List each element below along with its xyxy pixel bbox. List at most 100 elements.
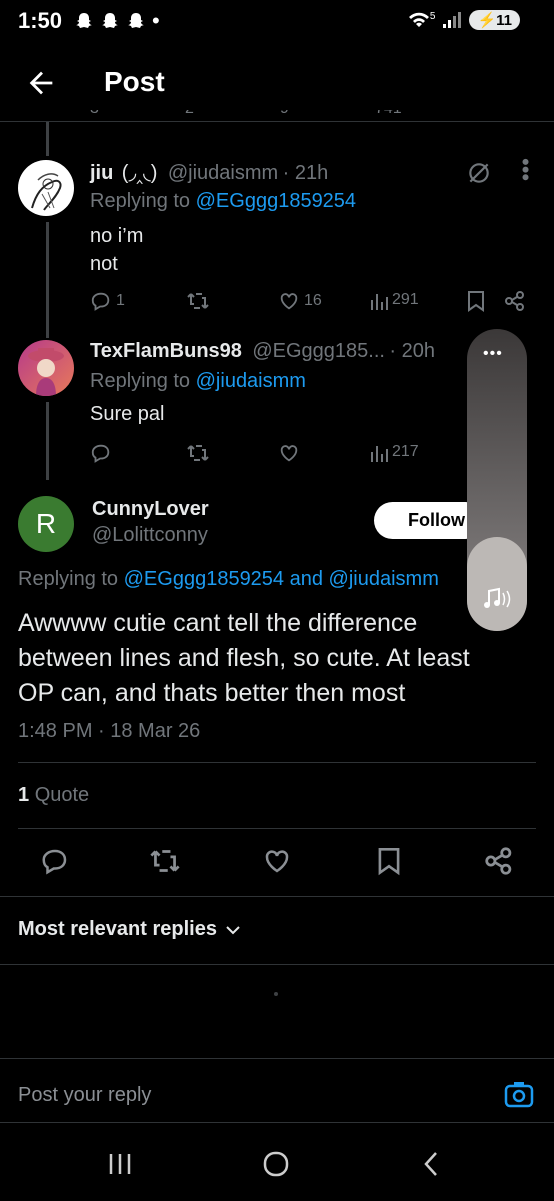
post-text-line: no i’m [90, 225, 144, 247]
signal-icon [443, 12, 462, 28]
wifi-label: 5 [429, 10, 436, 22]
prev-reply-count: 3 [90, 110, 185, 118]
bookmark-icon[interactable] [466, 290, 486, 312]
snapchat-icon [128, 13, 144, 28]
views-button[interactable]: 217 [370, 442, 419, 462]
reply-input[interactable]: Post your reply [18, 1084, 151, 1107]
sort-dropdown[interactable]: Most relevant replies [18, 918, 241, 941]
author-handle[interactable]: @EGggg185... [252, 340, 385, 362]
snapchat-icon [102, 13, 118, 28]
post-text: Sure pal [90, 403, 165, 425]
replying-and: and [284, 568, 329, 590]
post-timestamp: 1:48 PM · 18 Mar 26 [18, 720, 201, 742]
bookmark-icon[interactable] [376, 846, 402, 876]
author-name[interactable]: jiu [90, 162, 113, 184]
divider [18, 828, 536, 829]
author-handle[interactable]: @Lolittconny [92, 524, 208, 547]
avatar[interactable]: R [18, 496, 74, 552]
quote-count[interactable]: 1 Quote [18, 784, 89, 807]
snapchat-icon [76, 13, 92, 28]
view-count: 291 [392, 291, 419, 308]
back-arrow-icon[interactable] [24, 66, 58, 100]
replying-to-link[interactable]: @EGggg1859254 [196, 190, 356, 212]
replying-to-link[interactable]: @jiudaismm [329, 568, 439, 590]
author-handle[interactable]: @jiudaismm [168, 162, 278, 184]
quote-label: Quote [34, 784, 90, 806]
views-icon [371, 446, 388, 462]
replying-prefix: Replying to [18, 568, 124, 590]
reply-count: 1 [116, 292, 125, 309]
replying-prefix: Replying to [90, 370, 196, 392]
repost-icon[interactable] [186, 290, 210, 312]
avatar-sketch-icon [31, 173, 62, 211]
post-time: · 21h [282, 162, 329, 184]
recent-apps-icon[interactable] [108, 1152, 132, 1176]
status-right: 5 ⚡11 [408, 10, 520, 30]
prev-repost-count: 2 [185, 110, 280, 118]
like-icon [280, 293, 298, 310]
grok-icon[interactable] [466, 160, 492, 186]
battery-indicator: ⚡11 [469, 10, 520, 30]
more-icon[interactable]: ••• [513, 158, 538, 181]
share-icon[interactable] [504, 290, 526, 312]
wifi-icon [408, 12, 429, 27]
post-text-line: Awwww cutie cant tell the difference [18, 609, 418, 637]
header-divider [0, 121, 554, 122]
quote-number: 1 [18, 784, 30, 806]
volume-slider[interactable]: ••• [467, 329, 527, 631]
avatar-letter: R [35, 508, 57, 539]
author-name[interactable]: CunnyLover [92, 498, 209, 521]
home-icon[interactable] [262, 1150, 290, 1178]
author-emoji: (◞‸◟) [121, 162, 158, 184]
post-text-line: not [90, 253, 118, 275]
volume-slider-fill [467, 537, 527, 631]
replying-to: Replying to @jiudaismm [90, 370, 306, 393]
back-nav-icon[interactable] [420, 1150, 442, 1178]
divider [0, 896, 554, 897]
like-count: 16 [304, 292, 322, 309]
reply-post[interactable]: jiu (◞‸◟) @jiudaismm · 21h ••• Replying … [0, 150, 554, 330]
battery-level: 11 [496, 12, 512, 29]
prev-like-count: 9 [280, 110, 375, 118]
page-title: Post [104, 66, 165, 97]
view-count: 217 [392, 443, 419, 460]
views-button[interactable]: 291 [370, 290, 419, 310]
divider [18, 762, 536, 763]
post-text: no i’m not [90, 222, 143, 278]
divider [0, 1058, 554, 1059]
camera-icon[interactable] [504, 1080, 534, 1108]
status-time: 1:50 [18, 8, 63, 33]
reply-icon[interactable] [40, 846, 70, 876]
post-time: · 20h [389, 340, 436, 362]
sort-label: Most relevant replies [18, 918, 217, 940]
replying-prefix: Replying to [90, 190, 196, 212]
music-note-icon [484, 587, 511, 608]
reply-button[interactable]: 1 [90, 290, 125, 312]
like-icon[interactable] [262, 846, 292, 876]
replying-to: Replying to @EGggg1859254 [90, 190, 356, 213]
author-name[interactable]: TexFlamBuns98 [90, 340, 242, 362]
avatar[interactable] [18, 340, 74, 396]
post-text-line: between lines and flesh, so cute. At lea… [18, 644, 470, 672]
prev-action-row: 3 2 9 741 [90, 110, 530, 126]
notification-icons: • [74, 8, 160, 34]
more-icon[interactable]: ••• [483, 345, 503, 363]
repost-icon[interactable] [148, 846, 182, 876]
like-button[interactable]: 16 [278, 290, 322, 312]
share-icon[interactable] [484, 846, 514, 876]
avatar[interactable] [18, 160, 74, 216]
replying-to: Replying to @EGggg1859254 and @jiudaismm [18, 568, 468, 591]
replying-to-link[interactable]: @jiudaismm [196, 370, 306, 392]
post-text: Awwww cutie cant tell the difference bet… [18, 606, 470, 711]
prev-view-count: 741 [375, 110, 470, 118]
loading-dot [274, 992, 278, 996]
reply-icon[interactable] [90, 442, 112, 464]
views-icon [371, 294, 388, 310]
avatar-character-icon [28, 348, 64, 396]
repost-icon[interactable] [186, 442, 210, 464]
like-icon[interactable] [278, 442, 300, 464]
replying-to-link[interactable]: @EGggg1859254 [124, 568, 284, 590]
reply-icon [91, 292, 110, 311]
post-text-line: OP can, and thats better then most [18, 679, 406, 707]
dot-icon: • [152, 8, 160, 33]
